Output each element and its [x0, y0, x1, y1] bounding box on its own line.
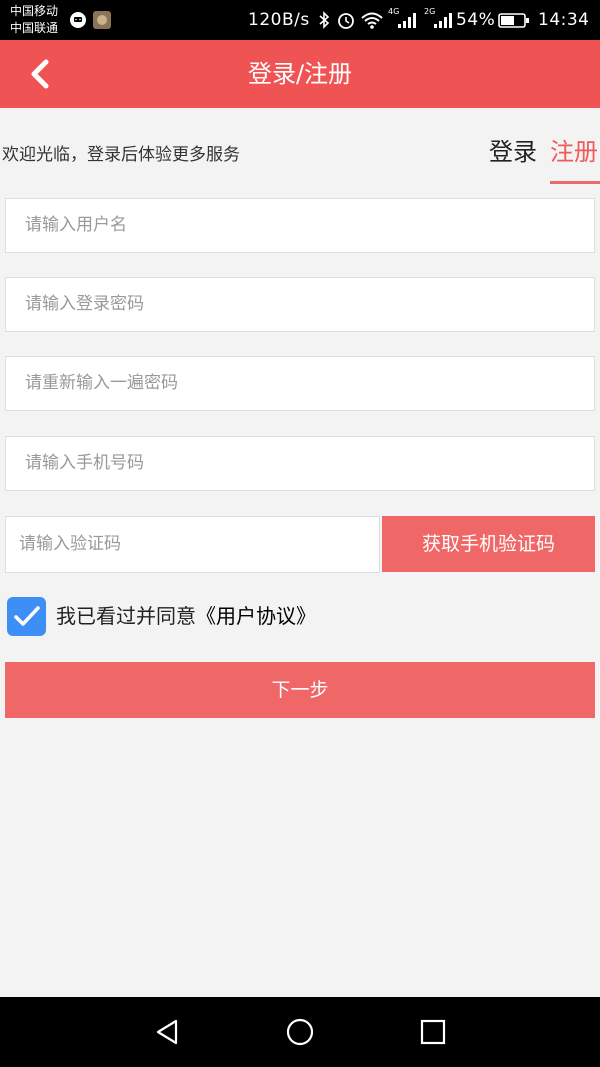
nav-recents-icon[interactable]: [418, 1017, 448, 1047]
nav-back-icon[interactable]: [152, 1017, 182, 1047]
get-code-button[interactable]: 获取手机验证码: [382, 516, 595, 572]
signal-icon: [398, 13, 416, 28]
tab-register[interactable]: 注册: [550, 136, 598, 168]
app-icon: [93, 11, 111, 29]
phone-input[interactable]: 请输入手机号码: [5, 436, 595, 491]
agreement-text: 我已看过并同意《用户协议》: [56, 602, 316, 630]
nav-home-icon[interactable]: [285, 1017, 315, 1047]
status-bar: 中国移动 中国联通 120B/s 4G 2G 54% 14:34: [0, 0, 600, 40]
welcome-text: 欢迎光临，登录后体验更多服务: [2, 145, 240, 165]
agreement-prefix: 我已看过并同意: [56, 604, 196, 628]
wifi-icon: [361, 12, 383, 29]
battery-percent: 54%: [456, 10, 496, 30]
signal-icon-2: [434, 13, 452, 28]
carrier-2: 中国联通: [10, 21, 59, 35]
net-speed: 120B/s: [248, 10, 310, 30]
chat-icon: [70, 12, 86, 28]
page-title: 登录/注册: [247, 60, 353, 88]
user-agreement-link[interactable]: 《用户协议》: [196, 604, 316, 628]
verification-code-input[interactable]: 请输入验证码: [5, 516, 380, 573]
bluetooth-icon: [319, 11, 330, 29]
agreement-checkbox[interactable]: [7, 597, 46, 636]
alarm-icon: [338, 13, 354, 29]
battery-icon: [498, 13, 529, 28]
password-repeat-input[interactable]: 请重新输入一遍密码: [5, 356, 595, 411]
tab-login[interactable]: 登录: [489, 136, 537, 168]
carrier-1: 中国移动: [10, 4, 59, 18]
password-input[interactable]: 请输入登录密码: [5, 277, 595, 332]
tab-active-indicator: [550, 181, 600, 184]
carrier-info: 中国移动 中国联通: [10, 3, 58, 37]
navigation-bar: [0, 997, 600, 1067]
next-button[interactable]: 下一步: [5, 662, 595, 718]
clock: 14:34: [538, 10, 590, 30]
title-bar: 登录/注册: [0, 40, 600, 108]
username-input[interactable]: 请输入用户名: [5, 198, 595, 253]
checkmark-icon: [14, 606, 40, 626]
